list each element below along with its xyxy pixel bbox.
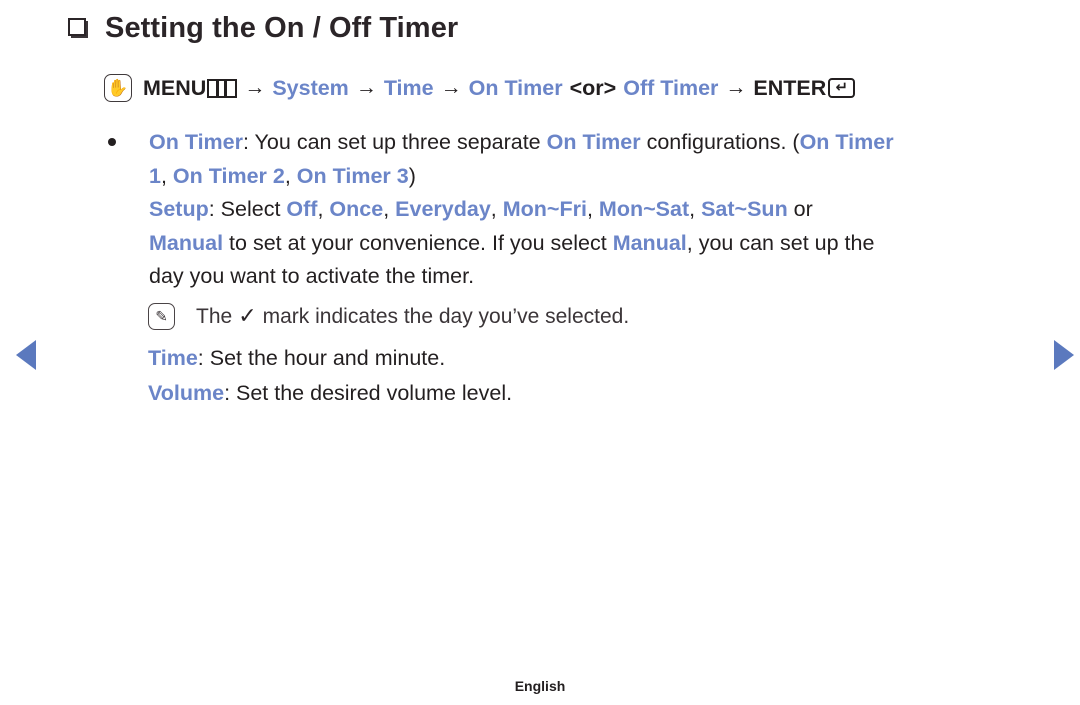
on-timer-3: On Timer 3 <box>296 163 409 188</box>
on-timer-1: 1 <box>149 163 161 188</box>
round-bullet-icon <box>108 138 116 146</box>
on-timer-term-2: On Timer <box>546 130 641 154</box>
line1-text-b: configurations. ( <box>640 130 800 154</box>
line4-text-a: to set at your convenience. If you selec… <box>223 230 613 255</box>
bullet-item-on-timer: On Timer: You can set up three separate … <box>104 126 1034 294</box>
line1-text-a: : You can set up three separate <box>243 130 547 154</box>
menu-path: ✋ MENU → System → Time → On Timer <or> O… <box>104 74 856 102</box>
setup-term: Setup <box>149 197 209 221</box>
option-manual-2: Manual <box>612 230 687 255</box>
option-mon-sat: Mon~Sat <box>598 197 690 221</box>
menu-step-on-timer: On Timer <box>468 75 563 100</box>
time-term: Time <box>148 346 198 370</box>
option-mon-fri: Mon~Fri <box>502 197 587 221</box>
menu-step-or: <or> <box>569 75 617 100</box>
menu-step-off-timer: Off Timer <box>623 75 719 100</box>
enter-key-icon: ↵ <box>828 78 856 98</box>
option-everyday: Everyday <box>395 197 491 221</box>
line2-comma-b: , <box>284 163 297 188</box>
menu-bars-icon <box>207 78 238 98</box>
line3-text-or: or <box>787 197 813 221</box>
volume-line: Volume: Set the desired volume level. <box>148 376 512 411</box>
on-timer-term-3: On Timer <box>799 130 894 154</box>
line5-text: day you want to activate the timer. <box>149 264 475 288</box>
menu-step-time: Time <box>383 75 434 100</box>
sep-1: , <box>317 197 330 221</box>
sep-4: , <box>586 197 599 221</box>
enter-label: ENTER <box>753 75 827 100</box>
path-arrow-3: → <box>440 76 462 99</box>
sep-5: , <box>689 197 702 221</box>
footer-language: English <box>514 678 566 694</box>
note-pencil-icon: ✎ <box>148 303 175 330</box>
hand-touch-icon: ✋ <box>104 74 132 102</box>
sep-2: , <box>383 197 396 221</box>
option-once: Once <box>329 197 384 221</box>
next-page-arrow-icon[interactable] <box>1054 340 1074 370</box>
path-arrow-1: → <box>244 76 266 99</box>
manual-page: Setting the On / Off Timer ✋ MENU → Syst… <box>0 0 1080 705</box>
line3-text-a: : Select <box>208 197 287 221</box>
note-prefix: The <box>196 304 233 328</box>
volume-term: Volume <box>148 381 225 405</box>
on-timer-term: On Timer <box>149 130 243 154</box>
line4-text-b: , you can set up the <box>686 230 875 255</box>
on-timer-2: On Timer 2 <box>172 163 285 188</box>
time-line: Time: Set the hour and minute. <box>148 341 512 376</box>
page-title-row: Setting the On / Off Timer <box>68 12 458 45</box>
time-text: : Set the hour and minute. <box>197 346 446 370</box>
option-sat-sun: Sat~Sun <box>701 197 788 221</box>
line2-comma-a: , <box>160 163 173 188</box>
check-mark-icon: ✓ <box>238 304 257 329</box>
note-line: ✎ The ✓ mark indicates the day you’ve se… <box>148 303 629 330</box>
path-arrow-4: → <box>725 76 747 99</box>
sep-3: , <box>490 197 503 221</box>
page-title: Setting the On / Off Timer <box>105 12 459 44</box>
time-volume-block: Time: Set the hour and minute. Volume: S… <box>148 341 512 411</box>
volume-text: : Set the desired volume level. <box>224 381 513 405</box>
menu-step-system: System <box>272 75 349 100</box>
enter-key-arrow: ↵ <box>835 78 849 97</box>
path-arrow-2: → <box>355 76 377 99</box>
square-bullet-icon <box>68 18 89 39</box>
note-suffix: mark indicates the day you’ve selected. <box>262 304 630 328</box>
option-manual: Manual <box>149 230 224 255</box>
prev-page-arrow-icon[interactable] <box>16 340 36 370</box>
body-text: On Timer: You can set up three separate … <box>104 126 1034 294</box>
menu-label: MENU <box>143 75 207 100</box>
line2-paren: ) <box>408 163 416 188</box>
option-off: Off <box>286 197 318 221</box>
